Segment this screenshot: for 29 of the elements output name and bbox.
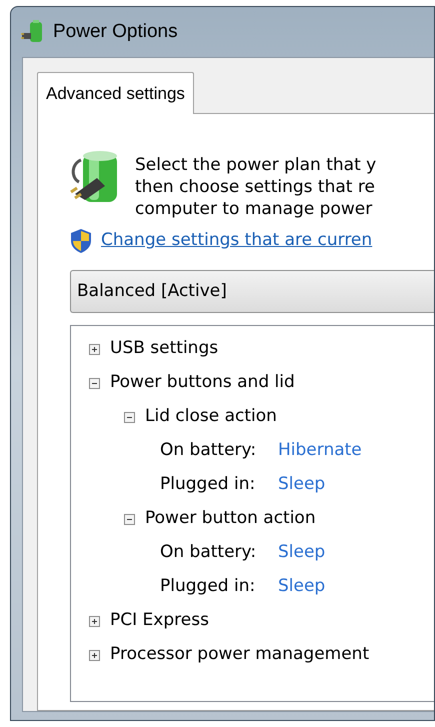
collapse-icon[interactable] [89,378,100,388]
shield-icon [69,228,93,254]
tree-item[interactable]: Power button action [145,506,316,532]
setting-label: Plugged in: [160,473,256,496]
setting-value[interactable]: Sleep [278,540,326,566]
battery-plug-icon [21,19,45,45]
change-settings-link[interactable]: Change settings that are curren [101,228,372,254]
window-title: Power Options [53,20,178,44]
tree-item[interactable]: Power buttons and lid [110,370,295,396]
expand-icon[interactable] [89,344,100,354]
description-text: computer to manage power [135,198,374,220]
setting-label: Plugged in: [160,575,256,598]
setting-value[interactable]: Sleep [278,574,326,600]
description-text: then choose settings that re [135,176,376,198]
tab[interactable]: Advanced settings [37,72,194,114]
tree-item[interactable]: Processor power management [110,642,370,668]
expand-icon[interactable] [89,616,100,626]
setting-value[interactable]: Sleep [278,472,326,498]
setting-value[interactable]: Hibernate [278,438,362,464]
tree-item[interactable]: USB settings [110,336,218,362]
plan-dropdown[interactable]: Balanced [Active] [70,270,434,313]
expand-icon[interactable] [89,650,100,660]
setting-label: On battery: [160,439,258,462]
collapse-icon[interactable] [124,412,135,422]
collapse-icon[interactable] [124,514,135,524]
setting-label: On battery: [160,541,258,564]
tree-item[interactable]: PCI Express [110,608,209,634]
description-text: Select the power plan that y [135,154,376,176]
tree-item[interactable]: Lid close action [145,404,277,430]
